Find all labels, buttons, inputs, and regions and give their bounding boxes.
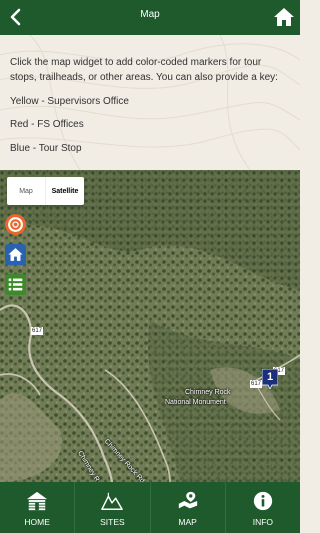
key-yellow: Yellow - Supervisors Office (10, 95, 129, 107)
lifesaver-button[interactable] (5, 214, 26, 235)
tab-info-label: INFO (252, 517, 274, 527)
tab-sites-label: SITES (100, 517, 125, 527)
tab-info[interactable]: INFO (226, 482, 300, 533)
intro-text-panel: Click the map widget to add color-coded … (0, 35, 300, 170)
tab-map-label: MAP (178, 517, 197, 527)
key-red: Red - FS Offices (10, 119, 84, 130)
home-icon[interactable] (272, 5, 296, 29)
home-location-button[interactable] (5, 244, 26, 265)
page-title: Map (140, 9, 160, 20)
info-icon (253, 491, 273, 511)
marker-number: 1 (266, 371, 274, 383)
intro-paragraph: Click the map widget to add color-coded … (10, 57, 278, 83)
lifesaver-icon (8, 217, 23, 232)
home-icon (8, 248, 23, 261)
map-type-toggle: Map Satellite (7, 177, 84, 205)
list-icon (8, 278, 23, 291)
tab-home-label: HOME (24, 517, 50, 527)
bottom-nav: HOME SITES MAP INFO (0, 482, 300, 533)
map-widget[interactable]: Map Satellite 617 617 617 Chimney Rock N… (0, 170, 300, 482)
map-type-map-button[interactable]: Map (7, 177, 45, 205)
cabin-icon (27, 491, 48, 511)
satellite-imagery[interactable] (0, 170, 300, 482)
tab-map[interactable]: MAP (151, 482, 226, 533)
tab-home[interactable]: HOME (0, 482, 76, 533)
mountains-icon (101, 492, 124, 510)
map-type-satellite-button[interactable]: Satellite (45, 177, 84, 205)
tab-sites[interactable]: SITES (75, 482, 151, 533)
place-label-line2: National Monument (165, 399, 226, 406)
app-header: Map (0, 0, 300, 35)
map-pin-icon (178, 491, 197, 509)
route-label: 617 (250, 380, 263, 388)
place-label-line1: Chimney Rock (185, 389, 231, 396)
route-label: 617 (31, 327, 44, 335)
key-blue: Blue - Tour Stop (10, 142, 82, 154)
list-button[interactable] (5, 274, 26, 295)
